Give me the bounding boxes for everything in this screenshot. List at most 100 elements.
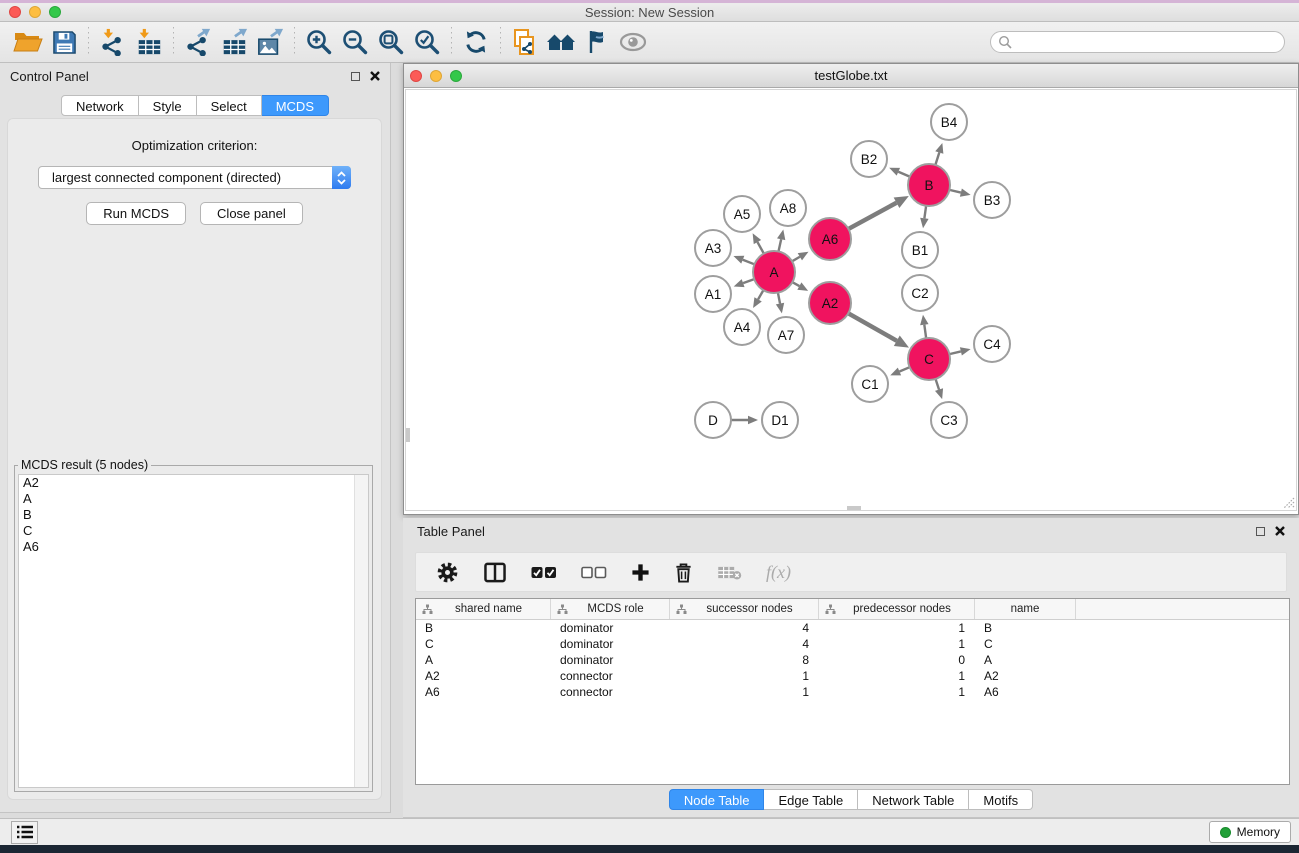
network-canvas[interactable]: B4B2BB3A5A8A6B1A3AC2A1A2A4A7C4CC1C3DD1 bbox=[405, 89, 1297, 511]
mcds-result-list[interactable]: A2ABCA6 bbox=[18, 474, 369, 788]
delete-table-button[interactable] bbox=[717, 565, 742, 580]
tab-network[interactable]: Network bbox=[61, 95, 139, 116]
add-column-button[interactable] bbox=[631, 563, 650, 582]
graph-edge-C-C3[interactable] bbox=[936, 379, 939, 390]
column-header-successor-nodes[interactable]: successor nodes bbox=[670, 599, 819, 619]
graph-edge-A-A6[interactable] bbox=[792, 257, 800, 262]
table-panel-tabs: Node TableEdge TableNetwork TableMotifs bbox=[403, 789, 1299, 810]
split-columns-button[interactable] bbox=[483, 562, 507, 583]
graph-edge-B-B4[interactable] bbox=[935, 152, 939, 164]
result-list-item[interactable]: A6 bbox=[19, 539, 368, 555]
home-button[interactable] bbox=[543, 26, 579, 58]
column-header-MCDS-role[interactable]: MCDS role bbox=[551, 599, 670, 619]
column-header-predecessor-nodes[interactable]: predecessor nodes bbox=[819, 599, 975, 619]
table-row[interactable]: Bdominator41B bbox=[416, 620, 1289, 636]
table-row[interactable]: A2connector11A2 bbox=[416, 668, 1289, 684]
column-header-name[interactable]: name bbox=[975, 599, 1076, 619]
control-panel: Control Panel NetworkStyleSelectMCDS Opt… bbox=[0, 63, 391, 813]
search-input[interactable] bbox=[990, 31, 1285, 53]
graph-edge-A-A8[interactable] bbox=[778, 239, 781, 251]
tab-edge-table[interactable]: Edge Table bbox=[764, 789, 858, 810]
zoom-fit-button[interactable] bbox=[373, 26, 409, 58]
import-table-button[interactable] bbox=[131, 26, 167, 58]
export-table-button[interactable] bbox=[216, 26, 252, 58]
delete-column-button[interactable] bbox=[674, 562, 693, 583]
clone-network-button[interactable] bbox=[507, 26, 543, 58]
function-builder-button[interactable]: f(x) bbox=[766, 562, 791, 583]
optimization-criterion-label: Optimization criterion: bbox=[7, 118, 382, 153]
result-list-item[interactable]: B bbox=[19, 507, 368, 523]
criterion-dropdown-value: largest connected component (directed) bbox=[39, 170, 332, 185]
import-table-icon bbox=[135, 28, 163, 56]
export-network-button[interactable] bbox=[180, 26, 216, 58]
float-table-panel-icon[interactable] bbox=[1256, 527, 1265, 536]
save-session-button[interactable] bbox=[46, 26, 82, 58]
graph-edge-A-A4[interactable] bbox=[758, 290, 763, 299]
label-visibility-button[interactable] bbox=[579, 26, 615, 58]
table-cell: A2 bbox=[975, 669, 1076, 683]
tab-select[interactable]: Select bbox=[197, 95, 262, 116]
table-cell: C bbox=[416, 637, 551, 651]
zoom-fit-icon bbox=[377, 28, 405, 56]
refresh-button[interactable] bbox=[458, 26, 494, 58]
run-mcds-button[interactable]: Run MCDS bbox=[86, 202, 186, 225]
export-image-button[interactable] bbox=[252, 26, 288, 58]
graph-edge-B-B3[interactable] bbox=[949, 190, 960, 193]
result-list-item[interactable]: C bbox=[19, 523, 368, 539]
table-panel-title: Table Panel bbox=[417, 524, 485, 539]
graph-edge-A-A1[interactable] bbox=[743, 279, 754, 283]
graph-edge-A-A3[interactable] bbox=[743, 260, 755, 265]
graph-edge-arrowhead bbox=[960, 347, 971, 355]
table-body: Bdominator41BCdominator41CAdominator80AA… bbox=[416, 620, 1289, 700]
task-history-button[interactable] bbox=[11, 821, 38, 844]
control-panel-tabs: NetworkStyleSelectMCDS bbox=[0, 95, 390, 116]
deselect-all-columns-button[interactable] bbox=[581, 566, 607, 579]
graph-edge-A2-C[interactable] bbox=[848, 313, 897, 340]
table-row[interactable]: Cdominator41C bbox=[416, 636, 1289, 652]
tab-mcds[interactable]: MCDS bbox=[262, 95, 329, 116]
close-panel-icon[interactable] bbox=[370, 71, 380, 81]
close-table-panel-icon[interactable] bbox=[1275, 526, 1285, 536]
table-header-row: shared nameMCDS rolesuccessor nodesprede… bbox=[416, 599, 1289, 620]
eye-button[interactable] bbox=[615, 26, 651, 58]
table-row[interactable]: Adominator80A bbox=[416, 652, 1289, 668]
search-icon bbox=[998, 35, 1012, 49]
column-header-shared-name[interactable]: shared name bbox=[416, 599, 551, 619]
zoom-selected-button[interactable] bbox=[409, 26, 445, 58]
result-list-item[interactable]: A bbox=[19, 491, 368, 507]
tab-node-table[interactable]: Node Table bbox=[669, 789, 765, 810]
float-panel-icon[interactable] bbox=[351, 72, 360, 81]
network-window-titlebar[interactable]: testGlobe.txt bbox=[404, 64, 1298, 88]
graph-edge-C-C4[interactable] bbox=[949, 351, 960, 354]
import-network-button[interactable] bbox=[95, 26, 131, 58]
graph-edge-A-A5[interactable] bbox=[757, 242, 763, 254]
result-list-item[interactable]: A2 bbox=[19, 475, 368, 491]
table-row[interactable]: A6connector11A6 bbox=[416, 684, 1289, 700]
select-all-columns-button[interactable] bbox=[531, 566, 557, 579]
tab-network-table[interactable]: Network Table bbox=[858, 789, 969, 810]
graph-edge-B-B2[interactable] bbox=[898, 172, 909, 177]
graph-node-label: C bbox=[924, 352, 934, 367]
graph-edge-B-B1[interactable] bbox=[924, 206, 926, 219]
resize-grip-icon[interactable] bbox=[1281, 495, 1295, 509]
graph-edge-C-C1[interactable] bbox=[899, 367, 909, 371]
graph-edge-C-C2[interactable] bbox=[924, 325, 926, 338]
tab-style[interactable]: Style bbox=[139, 95, 197, 116]
table-cell: C bbox=[975, 637, 1076, 651]
open-session-button[interactable] bbox=[10, 26, 46, 58]
table-cell: 1 bbox=[819, 685, 975, 699]
result-list-scrollbar[interactable] bbox=[354, 475, 368, 787]
zoom-out-button[interactable] bbox=[337, 26, 373, 58]
graph-edge-A6-B[interactable] bbox=[848, 203, 896, 229]
criterion-dropdown[interactable]: largest connected component (directed) bbox=[38, 166, 351, 189]
tab-motifs[interactable]: Motifs bbox=[969, 789, 1033, 810]
graph-edge-A-A2[interactable] bbox=[792, 282, 799, 286]
graph-edge-A-A7[interactable] bbox=[778, 293, 780, 304]
settings-gear-button[interactable] bbox=[436, 561, 459, 584]
canvas-horizontal-scroll-mark[interactable] bbox=[847, 506, 861, 510]
canvas-vertical-scroll-mark[interactable] bbox=[406, 428, 410, 442]
zoom-in-button[interactable] bbox=[301, 26, 337, 58]
close-panel-button[interactable]: Close panel bbox=[200, 202, 303, 225]
memory-button[interactable]: Memory bbox=[1209, 821, 1291, 843]
import-network-icon bbox=[99, 28, 127, 56]
